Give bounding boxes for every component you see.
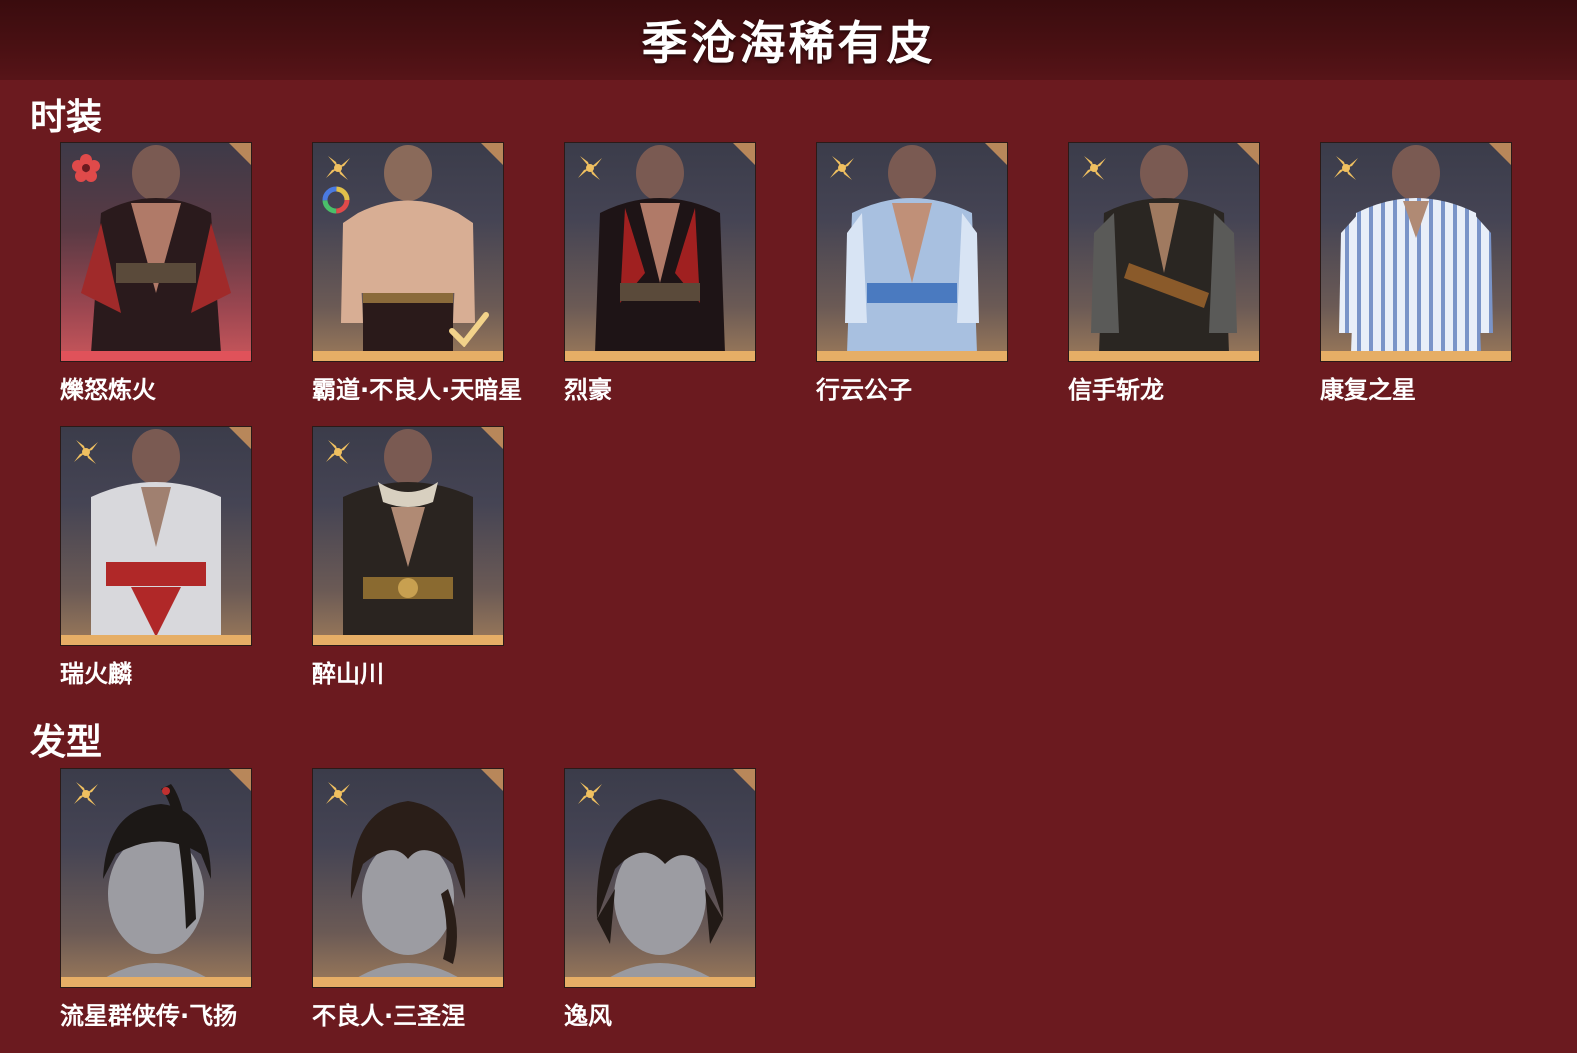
gold-flower-icon — [1334, 156, 1358, 180]
outfit-thumbnail[interactable] — [816, 142, 1008, 362]
rarity-bar — [817, 351, 1007, 361]
corner-badge — [481, 427, 503, 449]
outfit-label: 烈豪 — [564, 376, 612, 404]
corner-badge — [1489, 143, 1511, 165]
corner-badge — [733, 143, 755, 165]
gold-flower-icon — [830, 156, 854, 180]
gold-flower-icon — [578, 782, 602, 806]
hairstyle-thumbnail[interactable] — [312, 768, 504, 988]
rarity-bar — [565, 977, 755, 987]
corner-badge — [733, 769, 755, 791]
outfit-thumbnail[interactable] — [312, 142, 504, 362]
hairstyle-thumbnail[interactable] — [60, 768, 252, 988]
corner-badge — [481, 143, 503, 165]
gold-flower-icon — [578, 156, 602, 180]
outfit-thumbnail[interactable] — [60, 426, 252, 646]
outfit-label: 瑞火麟 — [60, 660, 132, 688]
rarity-bar — [313, 635, 503, 645]
outfit-card-4[interactable]: 信手斩龙 — [1068, 142, 1260, 405]
corner-badge — [481, 769, 503, 791]
section-title-outfits: 时装 — [30, 97, 103, 138]
outfit-label: 信手斩龙 — [1068, 376, 1164, 404]
red-flower-icon — [72, 154, 100, 182]
gold-flower-icon — [326, 156, 350, 180]
hairstyle-label: 流星群侠传·飞扬 — [60, 1002, 238, 1030]
rarity-bar — [61, 351, 251, 361]
hairstyle-card-0[interactable]: 流星群侠传·飞扬 — [60, 768, 252, 1031]
outfit-card-7[interactable]: 醉山川 — [312, 426, 504, 689]
outfit-label: 霸道·不良人·天暗星 — [312, 376, 523, 404]
corner-badge — [229, 769, 251, 791]
outfit-label: 醉山川 — [312, 660, 384, 688]
outfit-card-5[interactable]: 康复之星 — [1320, 142, 1512, 405]
gold-flower-icon — [1082, 156, 1106, 180]
outfit-label: 爍怒炼火 — [60, 376, 156, 404]
corner-badge — [229, 427, 251, 449]
outfit-thumbnail[interactable] — [1068, 142, 1260, 362]
outfit-card-2[interactable]: 烈豪 — [564, 142, 756, 405]
rarity-bar — [1069, 351, 1259, 361]
corner-badge — [229, 143, 251, 165]
gold-flower-icon — [326, 440, 350, 464]
corner-badge — [985, 143, 1007, 165]
outfit-card-0[interactable]: 爍怒炼火 — [60, 142, 252, 405]
outfit-thumbnail[interactable] — [564, 142, 756, 362]
hairstyle-label: 不良人·三圣涅 — [312, 1002, 466, 1030]
outfit-card-1[interactable]: 霸道·不良人·天暗星 — [312, 142, 523, 405]
outfit-card-3[interactable]: 行云公子 — [816, 142, 1008, 405]
hairstyle-thumbnail[interactable] — [564, 768, 756, 988]
hairstyle-card-1[interactable]: 不良人·三圣涅 — [312, 768, 504, 1031]
checkmark-icon — [449, 312, 489, 347]
corner-badge — [1237, 143, 1259, 165]
outfit-thumbnail[interactable] — [60, 142, 252, 362]
color-wheel-icon[interactable] — [321, 185, 351, 215]
rarity-bar — [1321, 351, 1511, 361]
outfit-label: 行云公子 — [816, 376, 912, 404]
rarity-bar — [61, 977, 251, 987]
hairstyle-card-2[interactable]: 逸风 — [564, 768, 756, 1031]
gold-flower-icon — [326, 782, 350, 806]
outfit-thumbnail[interactable] — [312, 426, 504, 646]
gold-flower-icon — [74, 440, 98, 464]
rarity-bar — [565, 351, 755, 361]
page-title: 季沧海稀有皮 — [641, 16, 936, 70]
outfit-thumbnail[interactable] — [1320, 142, 1512, 362]
outfit-card-6[interactable]: 瑞火麟 — [60, 426, 252, 689]
rarity-bar — [313, 351, 503, 361]
section-title-hairstyles: 发型 — [30, 722, 103, 763]
hairstyle-label: 逸风 — [564, 1002, 612, 1030]
rarity-bar — [61, 635, 251, 645]
outfit-label: 康复之星 — [1320, 376, 1416, 404]
gold-flower-icon — [74, 782, 98, 806]
rarity-bar — [313, 977, 503, 987]
header-bar: 季沧海稀有皮 — [0, 0, 1577, 80]
